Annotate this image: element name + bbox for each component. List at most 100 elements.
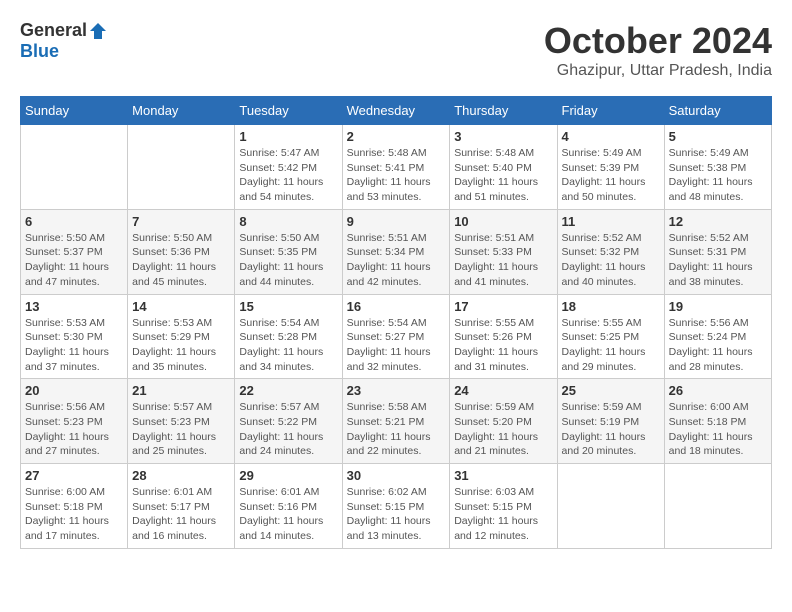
day-info: Sunrise: 5:54 AM Sunset: 5:28 PM Dayligh… bbox=[239, 316, 337, 375]
day-info: Sunrise: 5:47 AM Sunset: 5:42 PM Dayligh… bbox=[239, 146, 337, 205]
calendar-cell: 9 Sunrise: 5:51 AM Sunset: 5:34 PM Daylig… bbox=[342, 209, 450, 294]
calendar-week-5: 27 Sunrise: 6:00 AM Sunset: 5:18 PM Dayli… bbox=[21, 464, 772, 549]
calendar-cell bbox=[128, 125, 235, 210]
day-info: Sunrise: 5:53 AM Sunset: 5:29 PM Dayligh… bbox=[132, 316, 230, 375]
day-info: Sunrise: 5:48 AM Sunset: 5:40 PM Dayligh… bbox=[454, 146, 552, 205]
calendar-cell: 18Sunrise: 5:55 AM Sunset: 5:25 PM Dayli… bbox=[557, 294, 664, 379]
calendar-cell: 22 Sunrise: 5:57 AM Sunset: 5:22 PM Dayli… bbox=[235, 379, 342, 464]
day-number: 24 bbox=[454, 383, 552, 398]
day-info: Sunrise: 5:49 AM Sunset: 5:38 PM Dayligh… bbox=[669, 146, 767, 205]
header: General Blue October 2024 Ghazipur, Utta… bbox=[20, 20, 772, 80]
day-number: 23 bbox=[347, 383, 446, 398]
day-info: Sunrise: 6:00 AM Sunset: 5:18 PM Dayligh… bbox=[25, 485, 123, 544]
calendar-cell: 26 Sunrise: 6:00 AM Sunset: 5:18 PM Dayli… bbox=[664, 379, 771, 464]
calendar-cell: 25 Sunrise: 5:59 AM Sunset: 5:19 PM Dayli… bbox=[557, 379, 664, 464]
day-info: Sunrise: 5:56 AM Sunset: 5:24 PM Dayligh… bbox=[669, 316, 767, 375]
day-info: Sunrise: 6:01 AM Sunset: 5:16 PM Dayligh… bbox=[239, 485, 337, 544]
calendar-cell: 3 Sunrise: 5:48 AM Sunset: 5:40 PM Daylig… bbox=[450, 125, 557, 210]
day-number: 7 bbox=[132, 214, 230, 229]
day-number: 10 bbox=[454, 214, 552, 229]
day-info: Sunrise: 5:56 AM Sunset: 5:23 PM Dayligh… bbox=[25, 400, 123, 459]
day-info: Sunrise: 5:50 AM Sunset: 5:35 PM Dayligh… bbox=[239, 231, 337, 290]
calendar-header-tuesday: Tuesday bbox=[235, 97, 342, 125]
logo-icon bbox=[88, 21, 108, 41]
day-number: 8 bbox=[239, 214, 337, 229]
calendar-cell: 19 Sunrise: 5:56 AM Sunset: 5:24 PM Dayli… bbox=[664, 294, 771, 379]
day-number: 15 bbox=[239, 299, 337, 314]
calendar-cell: 10 Sunrise: 5:51 AM Sunset: 5:33 PM Dayli… bbox=[450, 209, 557, 294]
day-number: 21 bbox=[132, 383, 230, 398]
day-number: 4 bbox=[562, 129, 660, 144]
day-number: 25 bbox=[562, 383, 660, 398]
calendar-cell: 14 Sunrise: 5:53 AM Sunset: 5:29 PM Dayli… bbox=[128, 294, 235, 379]
day-number: 26 bbox=[669, 383, 767, 398]
day-number: 6 bbox=[25, 214, 123, 229]
day-number: 11 bbox=[562, 214, 660, 229]
day-info: Sunrise: 5:54 AM Sunset: 5:27 PM Dayligh… bbox=[347, 316, 446, 375]
calendar-week-2: 6 Sunrise: 5:50 AM Sunset: 5:37 PM Daylig… bbox=[21, 209, 772, 294]
title-area: October 2024 Ghazipur, Uttar Pradesh, In… bbox=[544, 20, 772, 80]
calendar-cell: 28Sunrise: 6:01 AM Sunset: 5:17 PM Dayli… bbox=[128, 464, 235, 549]
day-info: Sunrise: 5:57 AM Sunset: 5:22 PM Dayligh… bbox=[239, 400, 337, 459]
day-number: 18 bbox=[562, 299, 660, 314]
day-info: Sunrise: 5:50 AM Sunset: 5:37 PM Dayligh… bbox=[25, 231, 123, 290]
day-number: 20 bbox=[25, 383, 123, 398]
day-info: Sunrise: 6:00 AM Sunset: 5:18 PM Dayligh… bbox=[669, 400, 767, 459]
day-info: Sunrise: 5:52 AM Sunset: 5:32 PM Dayligh… bbox=[562, 231, 660, 290]
day-number: 9 bbox=[347, 214, 446, 229]
day-info: Sunrise: 5:48 AM Sunset: 5:41 PM Dayligh… bbox=[347, 146, 446, 205]
day-info: Sunrise: 5:57 AM Sunset: 5:23 PM Dayligh… bbox=[132, 400, 230, 459]
day-number: 5 bbox=[669, 129, 767, 144]
day-number: 30 bbox=[347, 468, 446, 483]
calendar-header-sunday: Sunday bbox=[21, 97, 128, 125]
day-info: Sunrise: 5:51 AM Sunset: 5:34 PM Dayligh… bbox=[347, 231, 446, 290]
calendar-cell: 21 Sunrise: 5:57 AM Sunset: 5:23 PM Dayli… bbox=[128, 379, 235, 464]
day-info: Sunrise: 5:55 AM Sunset: 5:26 PM Dayligh… bbox=[454, 316, 552, 375]
calendar-cell bbox=[557, 464, 664, 549]
day-number: 2 bbox=[347, 129, 446, 144]
day-number: 13 bbox=[25, 299, 123, 314]
day-info: Sunrise: 5:52 AM Sunset: 5:31 PM Dayligh… bbox=[669, 231, 767, 290]
calendar-table: SundayMondayTuesdayWednesdayThursdayFrid… bbox=[20, 96, 772, 549]
day-number: 3 bbox=[454, 129, 552, 144]
calendar-cell bbox=[21, 125, 128, 210]
calendar-cell: 24 Sunrise: 5:59 AM Sunset: 5:20 PM Dayli… bbox=[450, 379, 557, 464]
calendar-header-thursday: Thursday bbox=[450, 97, 557, 125]
day-number: 31 bbox=[454, 468, 552, 483]
calendar-week-1: 1 Sunrise: 5:47 AM Sunset: 5:42 PM Daylig… bbox=[21, 125, 772, 210]
day-number: 14 bbox=[132, 299, 230, 314]
day-info: Sunrise: 5:51 AM Sunset: 5:33 PM Dayligh… bbox=[454, 231, 552, 290]
calendar-header-friday: Friday bbox=[557, 97, 664, 125]
day-info: Sunrise: 5:59 AM Sunset: 5:20 PM Dayligh… bbox=[454, 400, 552, 459]
day-number: 16 bbox=[347, 299, 446, 314]
calendar-cell: 1 Sunrise: 5:47 AM Sunset: 5:42 PM Daylig… bbox=[235, 125, 342, 210]
day-number: 17 bbox=[454, 299, 552, 314]
logo-blue: Blue bbox=[20, 41, 59, 61]
calendar-cell: 23 Sunrise: 5:58 AM Sunset: 5:21 PM Dayli… bbox=[342, 379, 450, 464]
day-info: Sunrise: 5:58 AM Sunset: 5:21 PM Dayligh… bbox=[347, 400, 446, 459]
calendar-cell: 12Sunrise: 5:52 AM Sunset: 5:31 PM Dayli… bbox=[664, 209, 771, 294]
day-info: Sunrise: 5:59 AM Sunset: 5:19 PM Dayligh… bbox=[562, 400, 660, 459]
calendar-header-saturday: Saturday bbox=[664, 97, 771, 125]
day-number: 19 bbox=[669, 299, 767, 314]
logo-general: General bbox=[20, 20, 87, 41]
day-info: Sunrise: 6:03 AM Sunset: 5:15 PM Dayligh… bbox=[454, 485, 552, 544]
day-number: 27 bbox=[25, 468, 123, 483]
calendar-cell: 4 Sunrise: 5:49 AM Sunset: 5:39 PM Daylig… bbox=[557, 125, 664, 210]
day-info: Sunrise: 6:02 AM Sunset: 5:15 PM Dayligh… bbox=[347, 485, 446, 544]
calendar-header-wednesday: Wednesday bbox=[342, 97, 450, 125]
location-title: Ghazipur, Uttar Pradesh, India bbox=[544, 62, 772, 80]
calendar-header-monday: Monday bbox=[128, 97, 235, 125]
day-info: Sunrise: 5:49 AM Sunset: 5:39 PM Dayligh… bbox=[562, 146, 660, 205]
month-title: October 2024 bbox=[544, 20, 772, 62]
calendar-cell: 29 Sunrise: 6:01 AM Sunset: 5:16 PM Dayli… bbox=[235, 464, 342, 549]
day-number: 29 bbox=[239, 468, 337, 483]
day-number: 1 bbox=[239, 129, 337, 144]
day-info: Sunrise: 6:01 AM Sunset: 5:17 PM Dayligh… bbox=[132, 485, 230, 544]
day-number: 22 bbox=[239, 383, 337, 398]
calendar-cell: 31 Sunrise: 6:03 AM Sunset: 5:15 PM Dayli… bbox=[450, 464, 557, 549]
calendar-cell: 6 Sunrise: 5:50 AM Sunset: 5:37 PM Daylig… bbox=[21, 209, 128, 294]
day-info: Sunrise: 5:53 AM Sunset: 5:30 PM Dayligh… bbox=[25, 316, 123, 375]
calendar-cell: 13 Sunrise: 5:53 AM Sunset: 5:30 PM Dayli… bbox=[21, 294, 128, 379]
calendar-week-4: 20 Sunrise: 5:56 AM Sunset: 5:23 PM Dayli… bbox=[21, 379, 772, 464]
